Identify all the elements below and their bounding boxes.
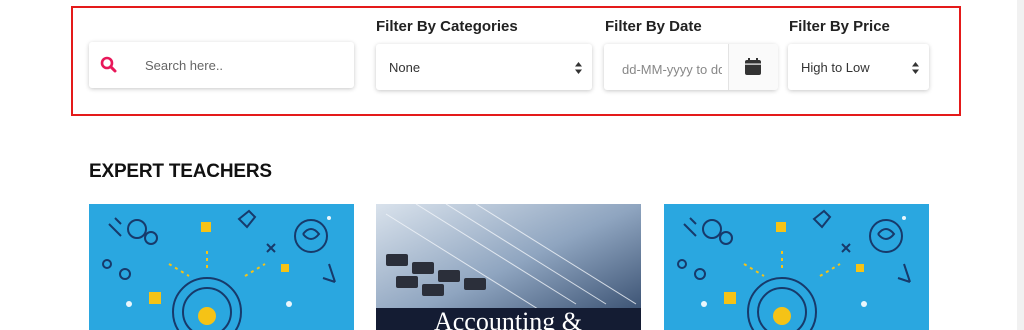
calendar-button[interactable]	[728, 44, 778, 90]
course-card[interactable]	[89, 204, 354, 330]
svg-text:Accounting &: Accounting &	[434, 307, 582, 330]
select-arrows-icon	[912, 61, 919, 74]
categories-filter-label: Filter By Categories	[376, 18, 518, 35]
section-title: EXPERT TEACHERS	[89, 161, 272, 182]
search-icon[interactable]	[99, 55, 119, 75]
search-box[interactable]	[89, 42, 354, 88]
course-card[interactable]: Accounting &	[376, 204, 641, 330]
price-select-value: High to Low	[801, 60, 870, 75]
date-range-input[interactable]	[622, 60, 722, 78]
page-scrollbar[interactable]	[1017, 0, 1024, 330]
price-filter-label: Filter By Price	[789, 18, 890, 35]
course-image	[89, 204, 354, 330]
select-arrows-icon	[575, 61, 582, 74]
price-select[interactable]: High to Low	[788, 44, 929, 90]
course-image: Accounting &	[376, 204, 641, 330]
course-card[interactable]	[664, 204, 929, 330]
search-input[interactable]	[145, 55, 335, 75]
calendar-icon	[745, 58, 761, 75]
date-filter-label: Filter By Date	[605, 18, 702, 35]
categories-select[interactable]: None	[376, 44, 592, 90]
course-image	[664, 204, 929, 330]
categories-select-value: None	[389, 60, 421, 75]
date-range-field[interactable]	[604, 44, 778, 90]
